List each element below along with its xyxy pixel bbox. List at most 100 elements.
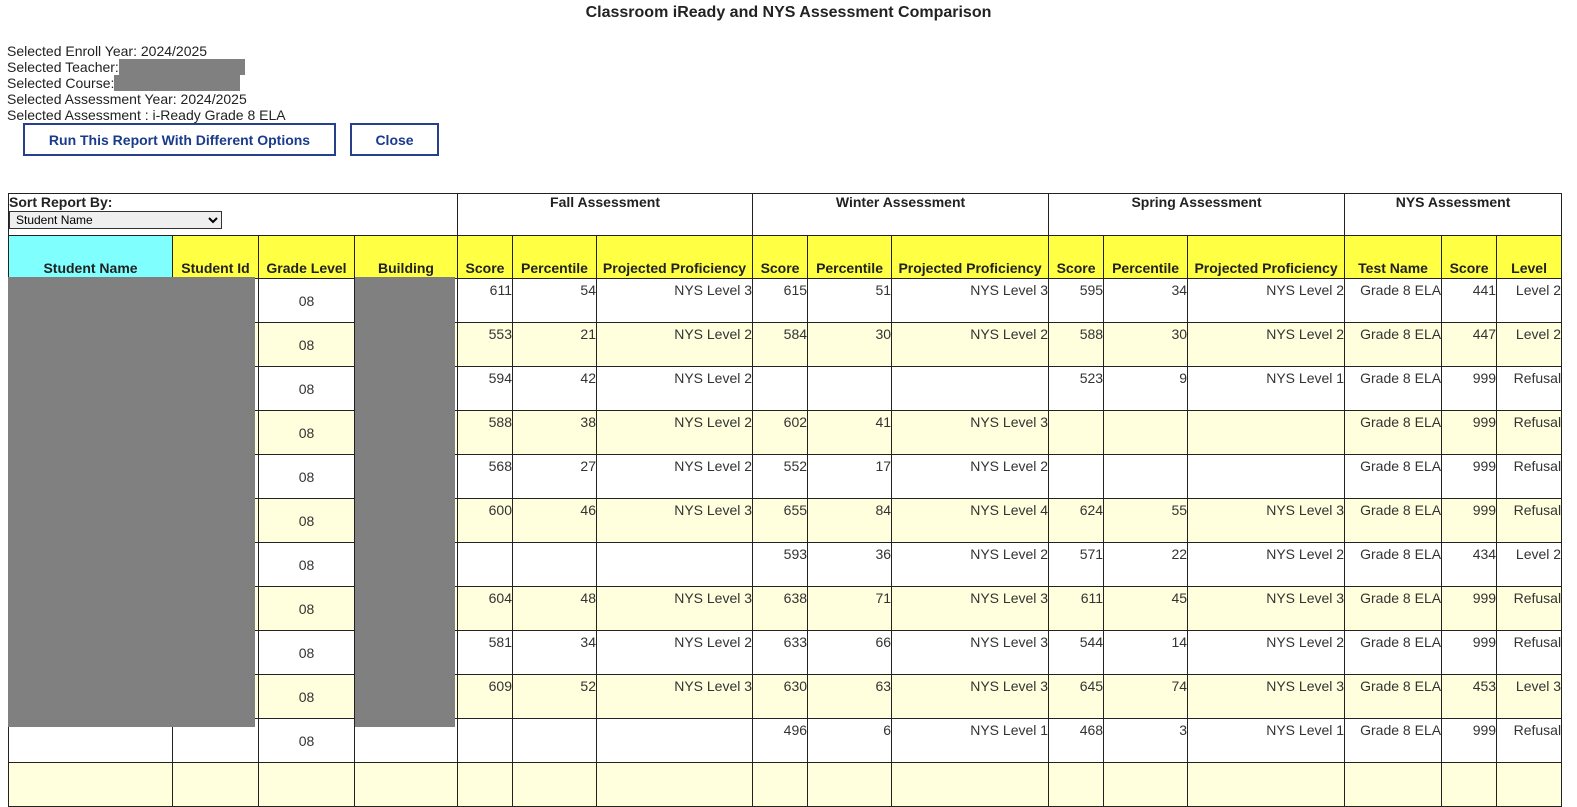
- spring-score-cell: [1048, 454, 1105, 499]
- fall-percentile-cell: 48: [512, 586, 597, 631]
- fall-score-cell: 600: [457, 498, 513, 543]
- winter-score-cell: 638: [752, 586, 809, 631]
- col-spring-percentile[interactable]: Percentile: [1103, 235, 1189, 279]
- fall-score-cell: 609: [457, 674, 513, 719]
- spring-percentile-cell: 45: [1103, 586, 1189, 631]
- test-name-cell: [1344, 762, 1443, 807]
- test-name-cell: Grade 8 ELA: [1344, 542, 1443, 587]
- fall-score-cell: 588: [457, 410, 513, 455]
- col-fall-projected[interactable]: Projected Proficiency: [595, 235, 754, 279]
- column-header-row: Student Name Student Id Grade Level Buil…: [8, 235, 1563, 279]
- winter-percentile-cell: 30: [807, 322, 893, 367]
- winter-percentile-cell: [807, 366, 893, 411]
- col-grade-level[interactable]: Grade Level: [258, 235, 355, 279]
- col-winter-percentile[interactable]: Percentile: [807, 235, 893, 279]
- winter-projected-cell: NYS Level 2: [891, 454, 1050, 499]
- spring-percentile-cell: [1103, 410, 1189, 455]
- redacted-student-names-ids: [8, 277, 255, 727]
- nys-score-cell: 999: [1441, 410, 1498, 455]
- test-name-cell: Grade 8 ELA: [1344, 454, 1443, 499]
- winter-projected-cell: NYS Level 3: [891, 410, 1050, 455]
- col-spring-projected[interactable]: Projected Proficiency: [1187, 235, 1346, 279]
- col-test-name[interactable]: Test Name: [1344, 235, 1443, 279]
- fall-percentile-cell: 54: [512, 278, 597, 323]
- nys-level-cell: Refusal: [1496, 718, 1563, 763]
- col-student-id[interactable]: Student Id: [172, 235, 259, 279]
- spring-projected-cell: NYS Level 1: [1187, 718, 1346, 763]
- redacted-buildings: [355, 277, 455, 727]
- winter-score-cell: 584: [752, 322, 809, 367]
- winter-projected-cell: NYS Level 2: [891, 542, 1050, 587]
- winter-percentile-cell: 36: [807, 542, 893, 587]
- col-building[interactable]: Building: [354, 235, 458, 279]
- group-header-row: Sort Report By: Student Name Fall Assess…: [8, 193, 1563, 236]
- fall-percentile-cell: 34: [512, 630, 597, 675]
- fall-projected-cell: NYS Level 3: [595, 498, 754, 543]
- spring-projected-cell: NYS Level 2: [1187, 542, 1346, 587]
- col-student-name[interactable]: Student Name: [8, 235, 173, 279]
- test-name-cell: Grade 8 ELA: [1344, 366, 1443, 411]
- spring-score-cell: 544: [1048, 630, 1105, 675]
- col-fall-percentile[interactable]: Percentile: [512, 235, 597, 279]
- nys-score-cell: 999: [1441, 454, 1498, 499]
- sort-select[interactable]: Student Name: [9, 211, 222, 229]
- spring-projected-cell: NYS Level 2: [1187, 322, 1346, 367]
- col-nys-level[interactable]: Level: [1496, 235, 1563, 279]
- nys-score-cell: 434: [1441, 542, 1498, 587]
- col-spring-score[interactable]: Score: [1048, 235, 1105, 279]
- fall-percentile-cell: 27: [512, 454, 597, 499]
- spring-percentile-cell: 9: [1103, 366, 1189, 411]
- winter-score-cell: 633: [752, 630, 809, 675]
- enroll-year-text: Selected Enroll Year: 2024/2025: [7, 43, 208, 59]
- col-winter-projected[interactable]: Projected Proficiency: [891, 235, 1050, 279]
- spring-score-cell: 468: [1048, 718, 1105, 763]
- winter-projected-cell: NYS Level 3: [891, 630, 1050, 675]
- redacted-course: [114, 75, 241, 91]
- spring-projected-cell: NYS Level 2: [1187, 630, 1346, 675]
- teacher-line: Selected Teacher:: [7, 59, 286, 75]
- grade-level-cell: 08: [258, 498, 355, 543]
- nys-level-cell: [1496, 762, 1563, 807]
- student-id-cell: [172, 762, 259, 807]
- fall-score-cell: 604: [457, 586, 513, 631]
- winter-projected-cell: NYS Level 4: [891, 498, 1050, 543]
- fall-projected-cell: NYS Level 2: [595, 410, 754, 455]
- student-name-cell: [8, 762, 173, 807]
- spring-score-cell: 611: [1048, 586, 1105, 631]
- spring-percentile-cell: [1103, 454, 1189, 499]
- fall-projected-cell: NYS Level 3: [595, 586, 754, 631]
- fall-projected-cell: [595, 762, 754, 807]
- table-row: [8, 762, 1563, 807]
- spring-projected-cell: NYS Level 2: [1187, 278, 1346, 323]
- nys-score-cell: 441: [1441, 278, 1498, 323]
- run-with-different-options-button[interactable]: Run This Report With Different Options: [23, 123, 336, 156]
- fall-percentile-cell: 21: [512, 322, 597, 367]
- winter-score-cell: 655: [752, 498, 809, 543]
- nys-level-cell: Level 2: [1496, 542, 1563, 587]
- grade-level-cell: 08: [258, 718, 355, 763]
- close-button[interactable]: Close: [350, 123, 439, 156]
- test-name-cell: Grade 8 ELA: [1344, 630, 1443, 675]
- winter-projected-cell: NYS Level 1: [891, 718, 1050, 763]
- spring-percentile-cell: 3: [1103, 718, 1189, 763]
- nys-score-cell: 999: [1441, 586, 1498, 631]
- nys-level-cell: Refusal: [1496, 410, 1563, 455]
- selection-summary: Selected Enroll Year: 2024/2025 Selected…: [7, 43, 286, 123]
- winter-percentile-cell: 84: [807, 498, 893, 543]
- spring-score-cell: 588: [1048, 322, 1105, 367]
- fall-projected-cell: NYS Level 3: [595, 674, 754, 719]
- spring-projected-cell: [1187, 410, 1346, 455]
- col-nys-score[interactable]: Score: [1441, 235, 1498, 279]
- winter-projected-cell: NYS Level 3: [891, 674, 1050, 719]
- col-winter-score[interactable]: Score: [752, 235, 809, 279]
- assessment-text: Selected Assessment : i-Ready Grade 8 EL…: [7, 107, 286, 123]
- fall-projected-cell: NYS Level 2: [595, 322, 754, 367]
- fall-projected-cell: [595, 718, 754, 763]
- spring-projected-cell: NYS Level 3: [1187, 586, 1346, 631]
- winter-percentile-cell: 41: [807, 410, 893, 455]
- winter-projected-cell: [891, 366, 1050, 411]
- col-fall-score[interactable]: Score: [457, 235, 513, 279]
- winter-score-cell: 615: [752, 278, 809, 323]
- winter-percentile-cell: 6: [807, 718, 893, 763]
- nys-level-cell: Level 3: [1496, 674, 1563, 719]
